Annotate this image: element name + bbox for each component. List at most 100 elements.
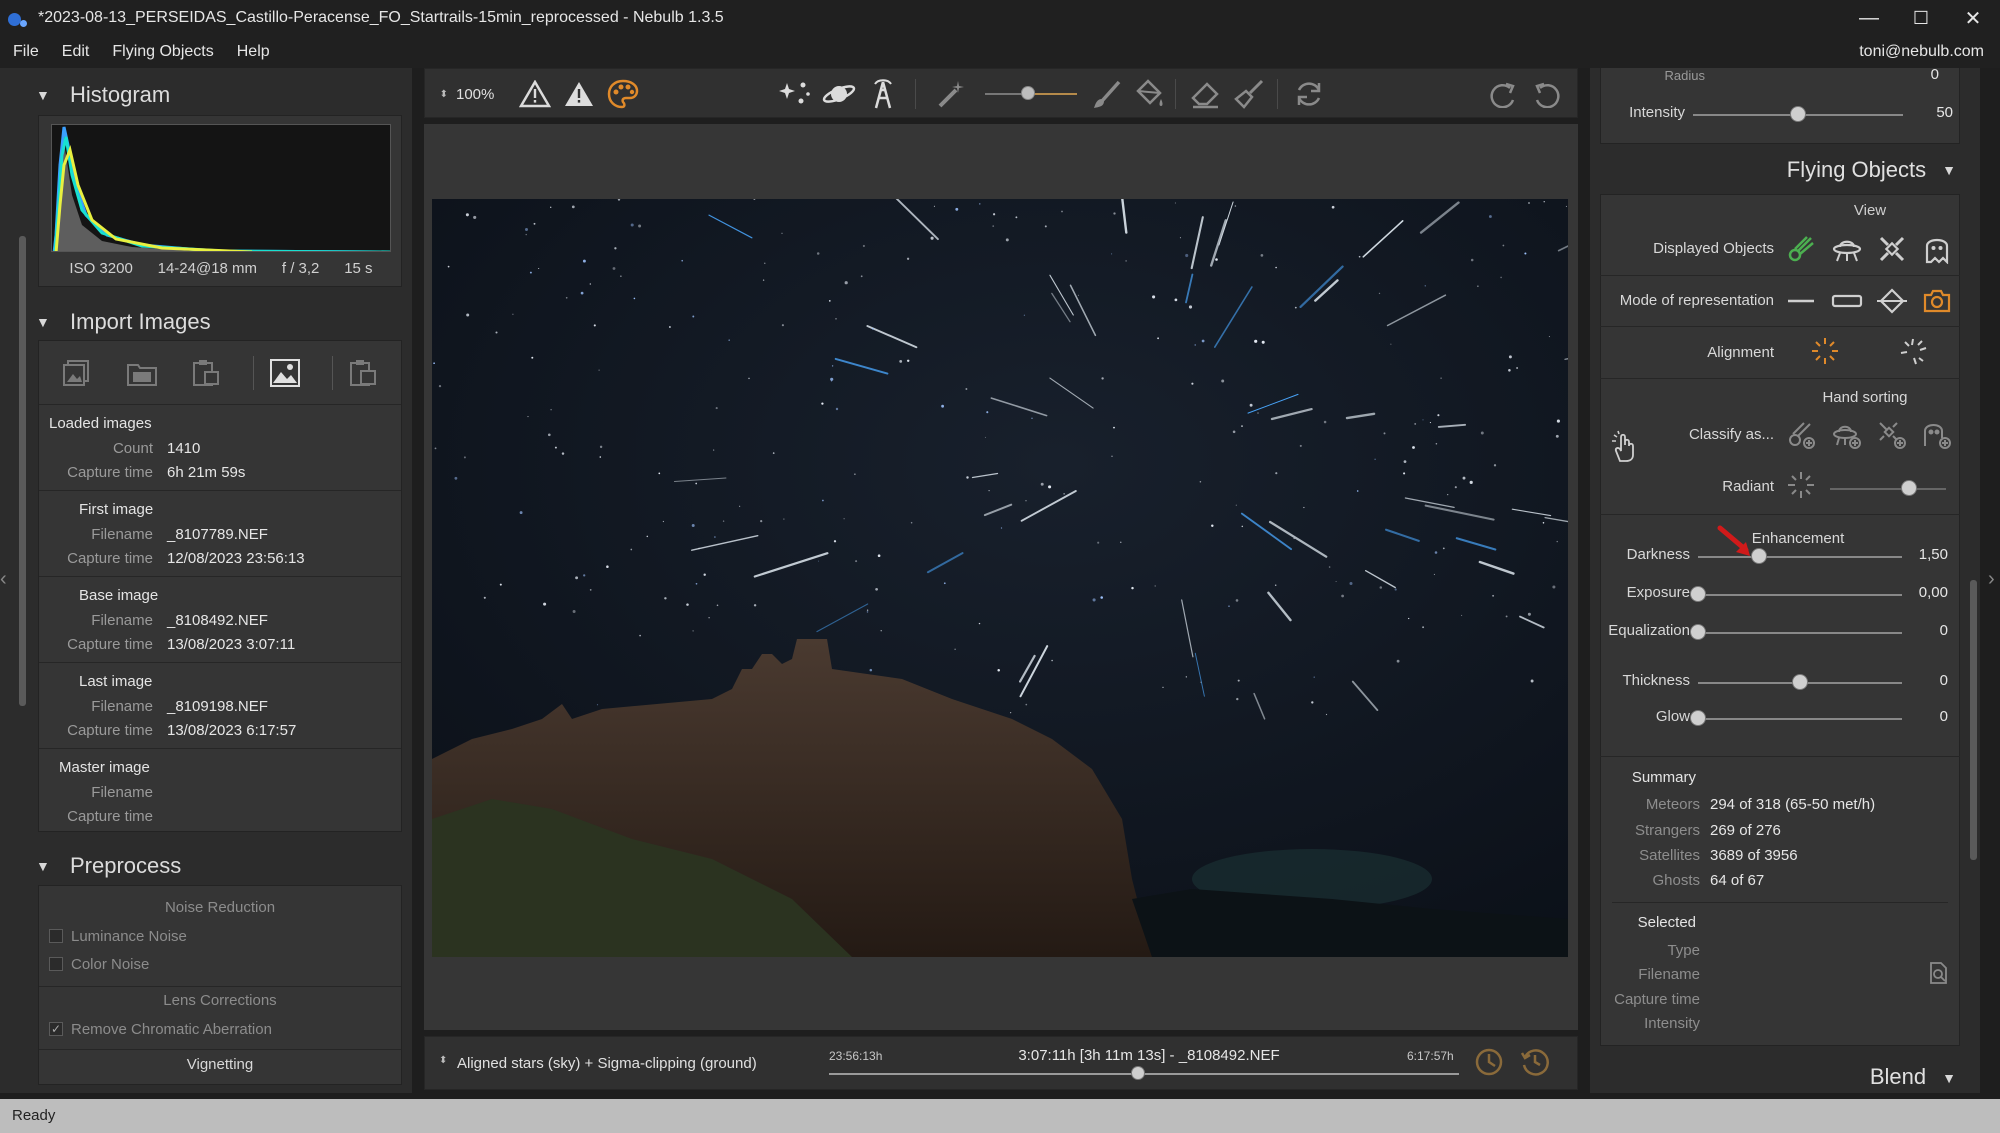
clipboard-images-icon[interactable] [189,356,223,390]
menu-file[interactable]: File [0,43,49,61]
remove-ca-label: Remove Chromatic Aberration [71,1020,272,1038]
color-noise-option[interactable]: Color Noise [39,950,401,978]
master-image-icon[interactable] [331,355,380,390]
magic-wand-icon[interactable] [933,77,969,111]
import-images-header[interactable]: ▼ Import Images [36,304,406,340]
selected-intensity-label: Intensity [1644,1015,1700,1032]
equalization-knob[interactable] [1690,624,1706,640]
clock-icon[interactable] [1471,1045,1507,1079]
menu-flying-objects[interactable]: Flying Objects [99,43,223,61]
add-folder-icon[interactable] [125,356,159,390]
eraser-icon[interactable] [1187,77,1223,111]
radiant-track[interactable] [1830,488,1946,490]
equalization-label: Equalization [1608,622,1690,639]
luminance-noise-option[interactable]: Luminance Noise [39,922,401,950]
view-title: View [1853,202,1887,219]
last-image-group: Last image Filename _8109198.NEF Capture … [39,663,401,749]
palette-icon[interactable] [605,77,641,111]
menu-help[interactable]: Help [224,43,280,61]
tower-icon[interactable] [865,77,901,111]
ghosts-value: 64 of 67 [1710,872,1765,889]
left-scrollbar[interactable] [19,236,26,706]
stars-icon[interactable] [777,77,813,111]
broom-icon[interactable] [1231,77,1267,111]
thickness-knob[interactable] [1792,674,1808,690]
line-mode-icon[interactable] [1784,284,1818,318]
glow-track[interactable] [1698,718,1902,720]
preprocess-header[interactable]: ▼ Preprocess [36,848,406,884]
stacking-mode[interactable]: Aligned stars (sky) + Sigma-clipping (gr… [457,1055,757,1072]
warning-filled-icon[interactable] [561,77,597,111]
histogram-header[interactable]: ▼ Histogram [36,77,406,113]
status-text: Ready [12,1107,56,1124]
ufo-icon[interactable] [1830,232,1864,266]
satellite-icon[interactable] [1875,232,1909,266]
exposure-track[interactable] [1698,594,1902,596]
preprocess-title: Preprocess [70,853,182,878]
vignetting-title[interactable]: Vignetting [39,1050,401,1080]
ghost-icon[interactable] [1920,232,1954,266]
track-mode-icon[interactable] [1875,284,1909,318]
planet-icon[interactable] [821,77,857,111]
thickness-label: Thickness [1622,672,1690,689]
meteor-icon[interactable] [1784,232,1818,266]
timeline-current-frame: 3:07:11h [3h 11m 13s] - _8108492.NEF [1018,1047,1280,1064]
locate-file-icon[interactable] [1924,958,1954,988]
collapse-right-icon[interactable]: › [1988,568,1995,591]
add-images-icon[interactable] [60,356,94,390]
base-image-icon[interactable] [253,355,301,390]
luminance-noise-checkbox[interactable] [49,929,63,943]
color-noise-checkbox[interactable] [49,957,63,971]
startrail-image [432,199,1568,957]
minimize-button[interactable]: — [1843,0,1895,36]
radiant-knob[interactable] [1900,480,1917,496]
radiant-icon[interactable] [1784,468,1818,502]
menu-edit[interactable]: Edit [49,43,100,61]
filename-label: Filename [91,697,153,715]
clock-history-icon[interactable] [1517,1045,1553,1079]
classify-ufo-icon[interactable] [1830,418,1864,452]
hand-sort-icon[interactable] [1606,426,1644,466]
zoom-control[interactable]: ⬍ 100% [437,77,497,111]
refresh-icon[interactable] [1291,77,1327,111]
camera-mode-icon[interactable] [1920,284,1954,318]
zoom-spinner-icon[interactable]: ⬍ [440,89,448,100]
glow-knob[interactable] [1690,710,1706,726]
scatter-alignment-icon[interactable] [1896,334,1930,368]
stack-mode-spinner-icon[interactable]: ⬍ [439,1055,447,1066]
warning-outline-icon[interactable] [517,77,553,111]
exposure-knob[interactable] [1690,586,1706,602]
brush-size-knob[interactable] [1021,86,1035,100]
classify-ghost-icon[interactable] [1920,418,1954,452]
darkness-track[interactable] [1698,556,1902,558]
undo-icon[interactable] [1529,77,1565,111]
box-mode-icon[interactable] [1830,284,1864,318]
redo-icon[interactable] [1485,77,1521,111]
classify-meteor-icon[interactable] [1784,418,1818,452]
blend-header[interactable]: Blend ▼ [1600,1060,1960,1094]
collapse-triangle-icon: ▼ [36,314,50,330]
timeline-handle[interactable] [1130,1066,1145,1080]
right-scrollbar[interactable] [1970,580,1977,860]
base-image-group: Base image Filename _8108492.NEF Capture … [39,577,401,663]
classify-as-label: Classify as... [1688,426,1774,443]
color-noise-label: Color Noise [71,955,150,973]
base-image-title: Base image [79,587,159,604]
brush-icon[interactable] [1089,77,1125,111]
flying-objects-header[interactable]: Flying Objects ▼ [1600,152,1960,188]
histogram-exposure: 15 s [344,260,373,277]
close-button[interactable]: ✕ [1947,0,1999,36]
base-capture-value: 13/08/2023 3:07:11 [167,635,296,653]
zoom-level: 100% [456,85,495,103]
remove-ca-checkbox[interactable]: ✓ [49,1022,63,1036]
radial-alignment-icon[interactable] [1808,334,1842,368]
classify-satellite-icon[interactable] [1875,418,1909,452]
intensity-knob[interactable] [1790,106,1806,122]
collapse-left-icon[interactable]: ‹ [0,568,12,598]
equalization-track[interactable] [1698,632,1902,634]
user-account[interactable]: toni@nebulb.com [1859,43,1984,61]
bucket-icon[interactable] [1131,77,1167,111]
startrail-photo[interactable] [432,199,1568,957]
remove-chromatic-aberration-option[interactable]: ✓ Remove Chromatic Aberration [39,1015,401,1043]
maximize-button[interactable]: ☐ [1895,0,1947,36]
